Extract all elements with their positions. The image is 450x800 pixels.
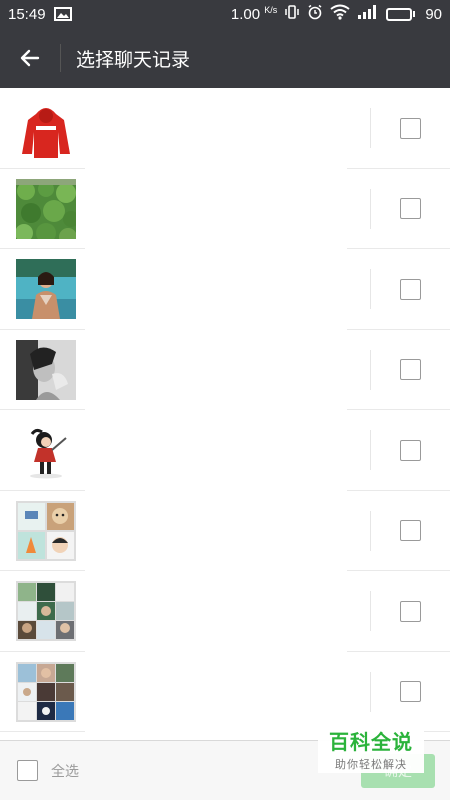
row-checkbox[interactable]	[400, 439, 421, 461]
back-button[interactable]	[0, 28, 60, 88]
battery-level: 90	[425, 5, 442, 23]
row-checkbox[interactable]	[400, 681, 421, 703]
app-bar: 选择聊天记录	[0, 28, 450, 88]
battery-icon	[386, 7, 416, 21]
chat-list[interactable]	[0, 88, 450, 733]
red-hoodie-avatar	[16, 98, 76, 159]
row-checkbox[interactable]	[400, 520, 421, 542]
network-speed: 1.00 K/s	[230, 5, 278, 23]
group-avatar-4	[16, 500, 76, 561]
chat-row[interactable]	[0, 249, 450, 330]
chat-row[interactable]	[0, 88, 450, 169]
row-checkbox[interactable]	[400, 600, 421, 622]
status-bar: 15:49 1.00 K/s 90	[0, 0, 450, 28]
chat-row[interactable]	[0, 652, 450, 732]
select-all-checkbox[interactable]	[17, 760, 38, 781]
vibrate-icon	[284, 4, 300, 24]
row-checkbox[interactable]	[400, 198, 421, 220]
group-avatar-9a	[16, 581, 76, 642]
chat-row[interactable]	[0, 571, 450, 652]
cartoon-girl-avatar	[16, 420, 76, 481]
chat-row[interactable]	[0, 491, 450, 571]
arrow-left-icon	[20, 49, 40, 67]
row-checkbox[interactable]	[400, 117, 421, 139]
chat-row[interactable]	[0, 169, 450, 249]
row-checkbox[interactable]	[400, 278, 421, 300]
grayscale-portrait-avatar	[16, 339, 76, 400]
green-leaves-avatar	[16, 178, 76, 239]
alarm-icon	[307, 4, 323, 24]
woman-lake-avatar	[16, 259, 76, 320]
watermark: 百科全说 助你轻松解决	[318, 725, 424, 773]
status-time: 15:49	[8, 5, 46, 23]
image-notification-icon	[53, 7, 72, 21]
page-title: 选择聊天记录	[76, 49, 191, 71]
signal-icon	[357, 5, 379, 23]
header-divider	[60, 44, 61, 72]
watermark-subtitle: 助你轻松解决	[335, 759, 407, 771]
watermark-title: 百科全说	[329, 732, 413, 754]
chat-row[interactable]	[0, 330, 450, 410]
select-all-label[interactable]: 全选	[51, 761, 79, 781]
row-checkbox[interactable]	[400, 359, 421, 381]
wifi-icon	[330, 4, 350, 24]
chat-row[interactable]	[0, 410, 450, 491]
group-avatar-9b	[16, 661, 76, 722]
